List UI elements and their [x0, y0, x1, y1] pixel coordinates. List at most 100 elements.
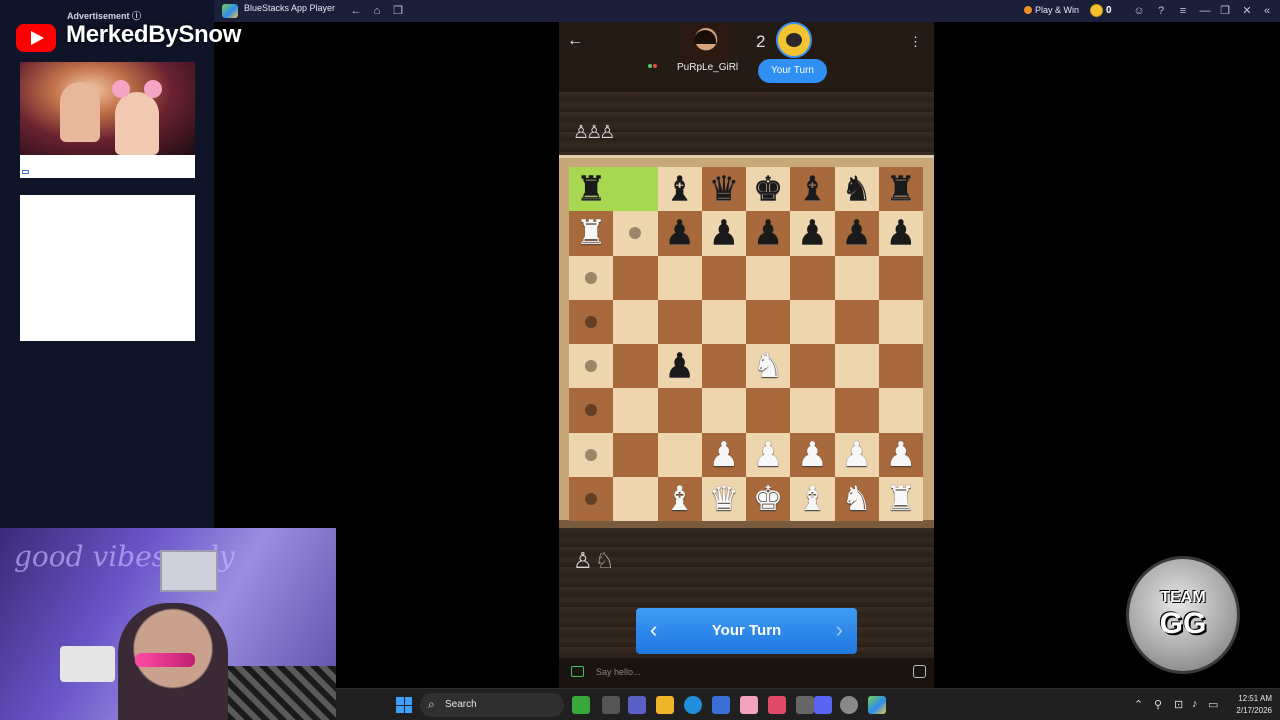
square-d3[interactable]: [701, 388, 746, 433]
tray-app-icon[interactable]: ⚲: [1154, 698, 1162, 711]
square-e8[interactable]: ♚: [746, 167, 791, 212]
square-c3[interactable]: [657, 388, 702, 433]
help-icon[interactable]: ?: [1154, 4, 1168, 18]
black-bishop-piece[interactable]: ♝: [797, 172, 827, 206]
white-king-piece[interactable]: ♚: [753, 482, 783, 516]
bluestacks-taskbar-icon[interactable]: [868, 696, 886, 714]
square-a7[interactable]: ♜: [569, 211, 614, 256]
store-icon[interactable]: [712, 696, 730, 714]
close-icon[interactable]: ✕: [1240, 4, 1254, 18]
square-c7[interactable]: ♟: [657, 211, 702, 256]
square-e3[interactable]: [746, 388, 791, 433]
square-f4[interactable]: [790, 344, 835, 389]
black-rook-piece[interactable]: ♜: [886, 172, 916, 206]
white-bishop-piece[interactable]: ♝: [664, 482, 694, 516]
ad-caption[interactable]: [20, 155, 195, 178]
square-h8[interactable]: ♜: [878, 167, 923, 212]
square-b5[interactable]: [613, 299, 658, 344]
square-a4[interactable]: [569, 344, 614, 389]
sidebar-toggle-icon[interactable]: «: [1260, 4, 1274, 18]
opponent-avatar[interactable]: [681, 24, 731, 62]
obs-icon[interactable]: [840, 696, 858, 714]
app2-icon[interactable]: [796, 696, 814, 714]
square-f5[interactable]: [790, 299, 835, 344]
square-b8[interactable]: [613, 167, 658, 212]
white-pawn-piece[interactable]: ♟: [709, 438, 739, 472]
square-c6[interactable]: [657, 255, 702, 300]
square-g5[interactable]: [834, 299, 879, 344]
network-icon[interactable]: ⊡: [1174, 698, 1183, 711]
black-pawn-piece[interactable]: ♟: [886, 216, 916, 250]
square-b6[interactable]: [613, 255, 658, 300]
move-hint-dot[interactable]: [585, 448, 598, 461]
back-icon[interactable]: ←: [349, 4, 363, 18]
square-e2[interactable]: ♟: [746, 432, 791, 477]
white-pawn-piece[interactable]: ♟: [753, 438, 783, 472]
black-pawn-piece[interactable]: ♟: [709, 216, 739, 250]
black-pawn-piece[interactable]: ♟: [841, 216, 871, 250]
square-h5[interactable]: [878, 299, 923, 344]
square-g7[interactable]: ♟: [834, 211, 879, 256]
white-queen-piece[interactable]: ♛: [709, 482, 739, 516]
next-move-button[interactable]: ›: [836, 617, 843, 643]
white-pawn-piece[interactable]: ♟: [797, 438, 827, 472]
square-b2[interactable]: [613, 432, 658, 477]
ad-choices-icon[interactable]: [22, 170, 29, 174]
back-arrow-icon[interactable]: ←: [567, 32, 583, 50]
square-h4[interactable]: [878, 344, 923, 389]
teams-icon[interactable]: [628, 696, 646, 714]
square-e1[interactable]: ♚: [746, 476, 791, 521]
square-e6[interactable]: [746, 255, 791, 300]
square-f2[interactable]: ♟: [790, 432, 835, 477]
home-icon[interactable]: ⌂: [370, 4, 384, 18]
square-a6[interactable]: [569, 255, 614, 300]
square-b7[interactable]: [613, 211, 658, 256]
square-g1[interactable]: ♞: [834, 476, 879, 521]
white-pawn-piece[interactable]: ♟: [886, 438, 916, 472]
sticker-icon[interactable]: [913, 665, 926, 678]
player-avatar[interactable]: [776, 22, 812, 58]
copilot-icon[interactable]: [768, 696, 786, 714]
square-d6[interactable]: [701, 255, 746, 300]
move-hint-dot[interactable]: [585, 492, 598, 505]
tray-clock[interactable]: 12:51 AM 2/17/2026: [1236, 693, 1272, 717]
chat-input[interactable]: Say hello...: [596, 667, 641, 677]
square-d7[interactable]: ♟: [701, 211, 746, 256]
move-hint-dot[interactable]: [629, 227, 642, 240]
recent-apps-icon[interactable]: ❐: [391, 4, 405, 18]
white-pawn-piece[interactable]: ♟: [841, 438, 871, 472]
chess-board[interactable]: ♜ ♝ ♛ ♚ ♝ ♞ ♜ ♜ ♟ ♟ ♟ ♟ ♟ ♟ ♟ ♞ ♟ ♟ ♟ ♟ ♟ ♝ ♛ ♚ ♝ ♞ ♜: [569, 167, 923, 521]
black-knight-piece[interactable]: ♞: [841, 172, 871, 206]
square-c8[interactable]: ♝: [657, 167, 702, 212]
move-hint-dot[interactable]: [585, 315, 598, 328]
square-a3[interactable]: [569, 388, 614, 433]
square-h1[interactable]: ♜: [878, 476, 923, 521]
square-f1[interactable]: ♝: [790, 476, 835, 521]
square-b1[interactable]: [613, 476, 658, 521]
volume-icon[interactable]: ♪: [1192, 698, 1198, 710]
maximize-icon[interactable]: ❐: [1218, 4, 1232, 18]
square-g6[interactable]: [834, 255, 879, 300]
square-b4[interactable]: [613, 344, 658, 389]
minimize-icon[interactable]: —: [1198, 4, 1212, 18]
square-d4[interactable]: [701, 344, 746, 389]
white-rook-piece[interactable]: ♜: [886, 482, 916, 516]
ad-image[interactable]: [20, 62, 195, 155]
move-hint-dot[interactable]: [585, 404, 598, 417]
square-c2[interactable]: [657, 432, 702, 477]
square-h7[interactable]: ♟: [878, 211, 923, 256]
square-f8[interactable]: ♝: [790, 167, 835, 212]
square-d5[interactable]: [701, 299, 746, 344]
square-d2[interactable]: ♟: [701, 432, 746, 477]
square-g3[interactable]: [834, 388, 879, 433]
square-c5[interactable]: [657, 299, 702, 344]
app-icon[interactable]: [740, 696, 758, 714]
black-pawn-piece[interactable]: ♟: [797, 216, 827, 250]
square-e4[interactable]: ♞: [746, 344, 791, 389]
task-view-icon[interactable]: [602, 696, 620, 714]
move-hint-dot[interactable]: [585, 360, 598, 373]
square-e7[interactable]: ♟: [746, 211, 791, 256]
black-pawn-piece[interactable]: ♟: [664, 349, 694, 383]
black-pawn-piece[interactable]: ♟: [753, 216, 783, 250]
square-g2[interactable]: ♟: [834, 432, 879, 477]
